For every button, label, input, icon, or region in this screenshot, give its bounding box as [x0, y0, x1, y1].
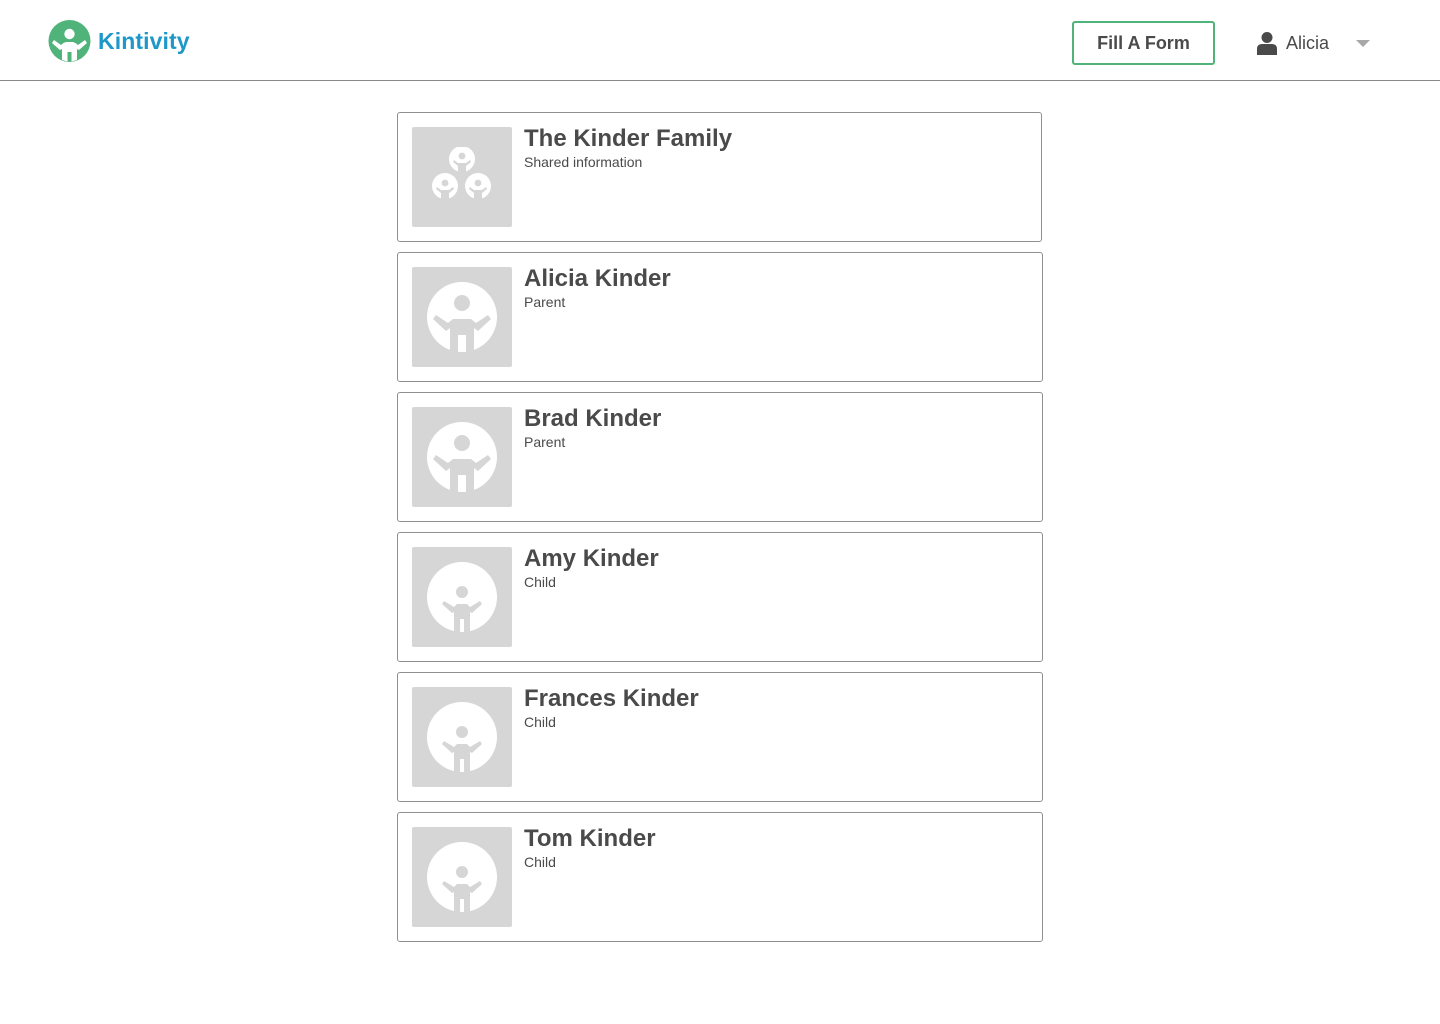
member-name: Frances Kinder	[524, 685, 699, 712]
top-header: Kintivity Fill A Form Alicia	[0, 0, 1440, 81]
family-avatar	[412, 127, 512, 227]
member-role: Parent	[524, 294, 566, 310]
adult-person-icon	[427, 282, 497, 352]
member-role: Child	[524, 574, 556, 590]
member-card[interactable]: Amy Kinder Child	[397, 532, 1043, 662]
member-card[interactable]: Tom Kinder Child	[397, 812, 1043, 942]
member-name: Tom Kinder	[524, 825, 656, 852]
kintivity-logo[interactable]: Kintivity	[47, 20, 190, 62]
member-name: Brad Kinder	[524, 405, 662, 432]
user-icon	[1257, 32, 1277, 55]
member-card[interactable]: Brad Kinder Parent	[397, 392, 1043, 522]
member-avatar	[412, 547, 512, 647]
member-role: Shared information	[524, 154, 643, 170]
logo-text: Kintivity	[98, 27, 190, 54]
child-person-icon	[427, 702, 497, 772]
member-name: The Kinder Family	[524, 125, 733, 152]
member-role: Child	[524, 714, 556, 730]
kintivity-logo-icon	[48, 20, 91, 62]
user-menu[interactable]: Alicia	[1256, 28, 1376, 58]
chevron-down-icon[interactable]	[1356, 40, 1370, 47]
family-icon	[432, 147, 491, 199]
member-name: Amy Kinder	[524, 545, 659, 572]
family-member-list: The Kinder Family Shared information Ali…	[397, 112, 1043, 952]
member-role: Parent	[524, 434, 566, 450]
member-avatar	[412, 407, 512, 507]
user-name: Alicia	[1286, 32, 1330, 53]
member-card[interactable]: Alicia Kinder Parent	[397, 252, 1043, 382]
member-avatar	[412, 267, 512, 367]
member-role: Child	[524, 854, 556, 870]
family-card[interactable]: The Kinder Family Shared information	[397, 112, 1042, 242]
child-person-icon	[427, 562, 497, 632]
adult-person-icon	[427, 422, 497, 492]
member-card[interactable]: Frances Kinder Child	[397, 672, 1043, 802]
member-avatar	[412, 687, 512, 787]
child-person-icon	[427, 842, 497, 912]
member-avatar	[412, 827, 512, 927]
fill-a-form-button[interactable]: Fill A Form	[1072, 21, 1215, 65]
member-name: Alicia Kinder	[524, 265, 671, 292]
